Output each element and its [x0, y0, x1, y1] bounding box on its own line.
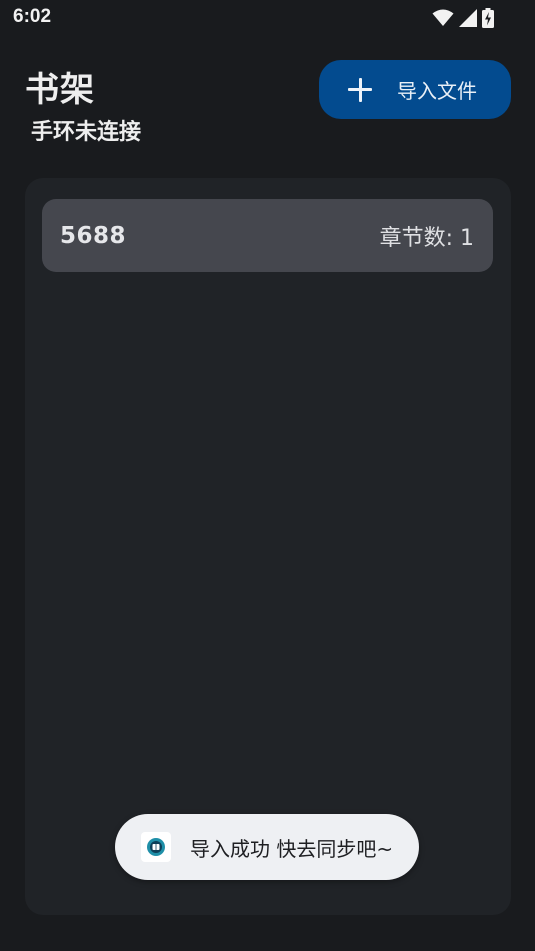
import-file-button[interactable]: 导入文件	[319, 60, 511, 119]
app-logo-icon	[141, 832, 171, 862]
toast-notification: 导入成功 快去同步吧~	[115, 814, 419, 880]
connection-status: 手环未连接	[31, 120, 142, 145]
book-card[interactable]: 5688 章节数: 1	[42, 199, 493, 272]
status-bar: 6:02	[0, 0, 535, 36]
chapter-count-label: 章节数:	[379, 225, 453, 251]
toast-message: 导入成功 快去同步吧~	[190, 836, 394, 861]
battery-charging-icon	[482, 8, 494, 32]
book-name: 5688	[60, 222, 127, 249]
wifi-icon	[432, 9, 454, 31]
chapter-count: 章节数: 1	[380, 220, 474, 252]
status-time: 6:02	[13, 6, 52, 27]
chapter-count-value: 1	[460, 225, 474, 251]
plus-icon	[348, 77, 372, 102]
page-title: 书架	[25, 70, 95, 110]
bookshelf-panel: 5688 章节数: 1	[25, 178, 511, 915]
status-icons	[432, 8, 494, 32]
import-file-label: 导入文件	[397, 79, 477, 103]
signal-icon	[458, 8, 478, 32]
